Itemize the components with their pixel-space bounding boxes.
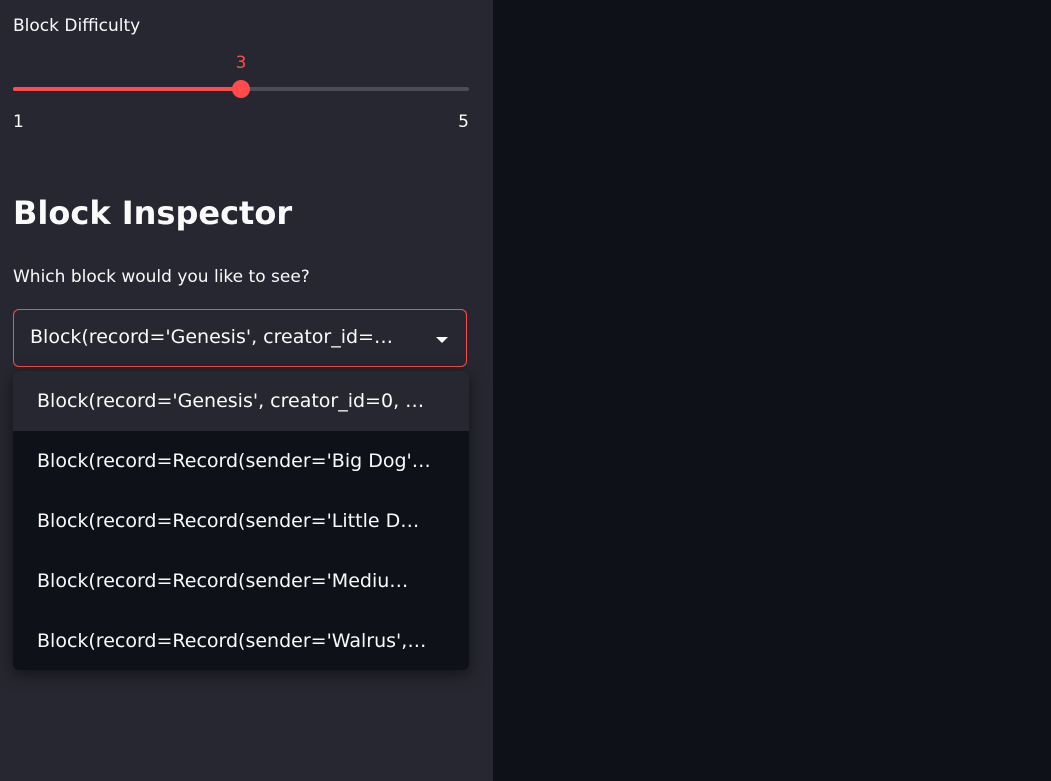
select-label: Which block would you like to see? [13,267,310,287]
slider-min-label: 1 [13,112,24,132]
slider-thumb[interactable] [232,80,250,98]
sidebar: Block Difficulty 3 1 5 Block Inspector W… [0,0,493,781]
slider-label: Block Difficulty [13,16,141,36]
dropdown-option[interactable]: Block(record='Genesis', creator_id=0, … [13,371,469,431]
dropdown-option[interactable]: Block(record=Record(sender='Walrus',… [13,611,469,670]
section-heading: Block Inspector [13,194,293,232]
chevron-down-icon[interactable] [436,337,448,343]
slider-fill [13,87,241,91]
dropdown-option[interactable]: Block(record=Record(sender='Little D… [13,491,469,551]
block-select[interactable]: Block(record='Genesis', creator_id=… [13,309,467,367]
slider-max-label: 5 [458,112,469,132]
main-area [493,0,1051,781]
dropdown-option[interactable]: Block(record=Record(sender='Big Dog'… [13,431,469,491]
slider-current-value: 3 [235,53,247,73]
dropdown-option[interactable]: Block(record=Record(sender='Mediu… [13,551,469,611]
select-dropdown-menu: Block(record='Genesis', creator_id=0, … … [13,371,469,670]
select-current-value: Block(record='Genesis', creator_id=… [30,326,393,348]
